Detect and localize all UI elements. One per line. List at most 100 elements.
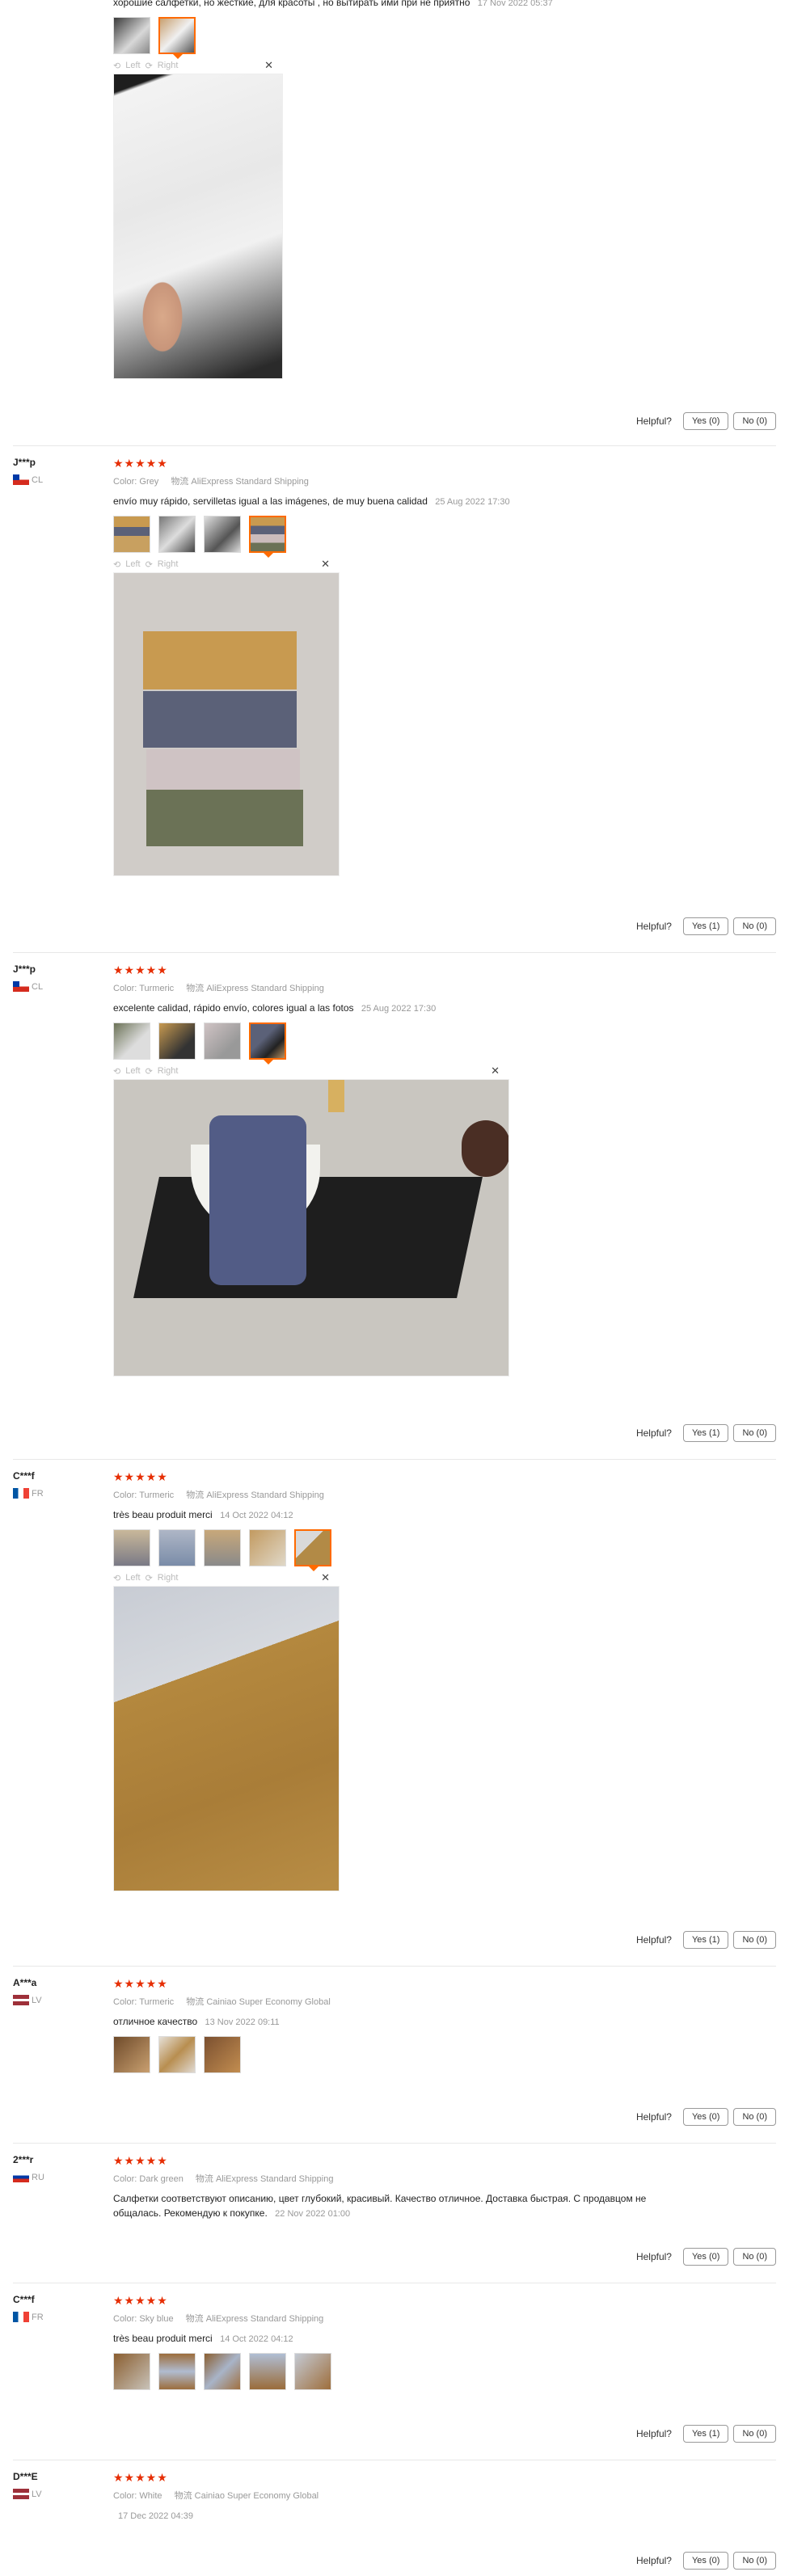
review-thumbnail[interactable]: [294, 2353, 331, 2390]
review-text-body: très beau produit merci: [113, 1509, 213, 1520]
helpful-section: Helpful? Yes (1) No (0): [636, 1931, 776, 1949]
review-thumbnail[interactable]: [113, 516, 150, 553]
color-label: Color:: [113, 1490, 137, 1500]
review-thumbnail[interactable]: [158, 516, 196, 553]
user-country: LV: [13, 2489, 94, 2499]
rotate-right-label[interactable]: Right: [158, 1573, 179, 1583]
rating-stars: ★★★★★: [113, 2471, 168, 2484]
review-thumbnails: [113, 1529, 776, 1571]
country-code: FR: [32, 1488, 44, 1499]
rotate-left-label[interactable]: Left: [125, 1573, 140, 1583]
helpful-yes-button[interactable]: Yes (1): [682, 1424, 729, 1442]
review-thumbnail[interactable]: [113, 1022, 150, 1060]
review-thumbnail[interactable]: [113, 17, 150, 54]
shipping-value: Cainiao Super Economy Global: [194, 2491, 319, 2501]
color-label: Color:: [113, 2174, 137, 2184]
helpful-yes-button[interactable]: Yes (1): [682, 1931, 729, 1949]
review-thumbnail[interactable]: [113, 2353, 150, 2390]
france-flag-icon: [13, 1488, 29, 1499]
review-thumbnail[interactable]: [158, 1529, 196, 1566]
review-thumbnail[interactable]: [204, 1022, 241, 1060]
review-date: 13 Nov 2022 09:11: [205, 2017, 280, 2027]
review-thumbnail[interactable]: [204, 516, 241, 553]
close-icon[interactable]: ✕: [321, 558, 330, 571]
review-thumbnail-selected[interactable]: [158, 17, 196, 59]
review-text-body: отличное качество: [113, 2016, 198, 2027]
rotate-right-label[interactable]: Right: [158, 1066, 179, 1076]
review-thumbnail[interactable]: [204, 1529, 241, 1566]
helpful-section: Helpful? Yes (1) No (0): [636, 917, 776, 935]
review-thumbnail-selected[interactable]: [249, 1022, 286, 1065]
helpful-label: Helpful?: [635, 1934, 672, 1946]
review-date: 17 Dec 2022 04:39: [118, 2511, 193, 2521]
rotate-left-icon[interactable]: ⟲: [113, 559, 120, 570]
user-name: C***f: [13, 1470, 35, 1482]
color-label: Color:: [113, 2314, 137, 2324]
review-thumbnail[interactable]: [113, 1529, 150, 1566]
helpful-yes-button[interactable]: Yes (1): [682, 2425, 729, 2443]
review-thumbnail-selected[interactable]: [249, 516, 286, 558]
helpful-yes-button[interactable]: Yes (0): [682, 2248, 729, 2266]
user-country: RU: [13, 2172, 94, 2182]
helpful-no-button[interactable]: No (0): [733, 917, 776, 935]
rotate-right-icon[interactable]: ⟳: [146, 61, 153, 71]
rotate-right-icon[interactable]: ⟳: [146, 559, 153, 570]
review-user: J***p CL: [13, 457, 94, 485]
helpful-no-button[interactable]: No (0): [733, 1424, 776, 1442]
rotate-right-label[interactable]: Right: [158, 61, 179, 70]
review-content: ★★★★★ Color: Sky blue 物流 AliExpress Stan…: [113, 2294, 776, 2390]
helpful-no-button[interactable]: No (0): [733, 2552, 776, 2570]
review-thumbnail[interactable]: [113, 2036, 150, 2073]
rotate-left-label[interactable]: Left: [125, 1066, 140, 1076]
country-code: LV: [32, 1995, 42, 2005]
review-meta: Color: Sky blue 物流 AliExpress Standard S…: [113, 2312, 776, 2325]
shipping-value: AliExpress Standard Shipping: [206, 1490, 324, 1500]
rotate-right-label[interactable]: Right: [158, 559, 179, 569]
review-text: 17 Dec 2022 04:39: [113, 2508, 663, 2523]
review-thumbnail[interactable]: [249, 1529, 286, 1566]
review-item: хорошие салфетки, но жёсткие, для красот…: [13, 0, 776, 446]
helpful-yes-button[interactable]: Yes (0): [682, 2108, 729, 2126]
helpful-label: Helpful?: [635, 2428, 672, 2439]
rotate-left-icon[interactable]: ⟲: [113, 1066, 120, 1077]
helpful-yes-button[interactable]: Yes (0): [682, 412, 729, 430]
close-icon[interactable]: ✕: [321, 1571, 330, 1584]
review-thumbnails: [113, 17, 776, 59]
image-viewer-toolbar: ⟲ Left ⟳ Right ✕: [113, 1063, 509, 1079]
color-label: Color:: [113, 984, 137, 993]
rotate-left-label[interactable]: Left: [125, 61, 140, 70]
close-icon[interactable]: ✕: [264, 59, 273, 72]
helpful-no-button[interactable]: No (0): [733, 1931, 776, 1949]
rotate-right-icon[interactable]: ⟳: [146, 1573, 153, 1583]
rotate-left-label[interactable]: Left: [125, 559, 140, 569]
review-item: C***f FR ★★★★★ Color: Sky blue 物流 AliExp…: [13, 2284, 776, 2460]
review-thumbnail[interactable]: [204, 2036, 241, 2073]
rotate-right-icon[interactable]: ⟳: [146, 1066, 153, 1077]
close-icon[interactable]: ✕: [491, 1065, 500, 1077]
review-text-body: très beau produit merci: [113, 2333, 213, 2344]
helpful-no-button[interactable]: No (0): [733, 2248, 776, 2266]
review-text: très beau produit merci 14 Oct 2022 04:1…: [113, 2331, 663, 2346]
review-thumbnail[interactable]: [158, 2036, 196, 2073]
review-text: envío muy rápido, servilletas igual a la…: [113, 494, 663, 509]
review-content: ★★★★★ Color: Dark green 物流 AliExpress St…: [113, 2154, 776, 2221]
helpful-no-button[interactable]: No (0): [733, 412, 776, 430]
helpful-no-button[interactable]: No (0): [733, 2108, 776, 2126]
review-thumbnail[interactable]: [158, 1022, 196, 1060]
review-item: A***a LV ★★★★★ Color: Turmeric 物流 Cainia…: [13, 1967, 776, 2144]
helpful-yes-button[interactable]: Yes (0): [682, 2552, 729, 2570]
rotate-left-icon[interactable]: ⟲: [113, 1573, 120, 1583]
rotate-left-icon[interactable]: ⟲: [113, 61, 120, 71]
rating-stars: ★★★★★: [113, 457, 168, 470]
review-thumbnail[interactable]: [204, 2353, 241, 2390]
review-text-body: envío muy rápido, servilletas igual a la…: [113, 495, 428, 507]
helpful-yes-button[interactable]: Yes (1): [682, 917, 729, 935]
helpful-label: Helpful?: [635, 921, 672, 932]
review-thumbnail[interactable]: [158, 2353, 196, 2390]
review-thumbnail[interactable]: [249, 2353, 286, 2390]
review-date: 22 Nov 2022 01:00: [275, 2209, 351, 2219]
review-thumbnail-selected[interactable]: [294, 1529, 331, 1571]
helpful-label: Helpful?: [635, 2251, 672, 2262]
review-user: A***a LV: [13, 1977, 94, 2005]
helpful-no-button[interactable]: No (0): [733, 2425, 776, 2443]
